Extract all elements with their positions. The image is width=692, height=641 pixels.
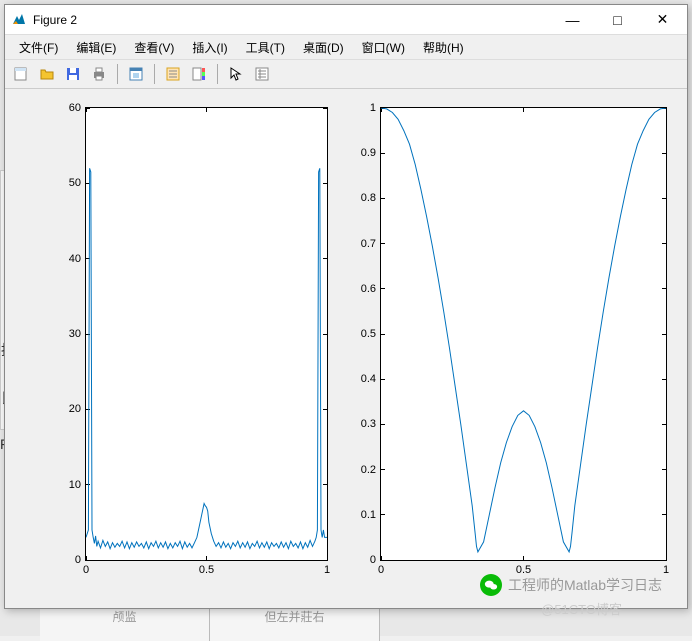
matlab-icon bbox=[11, 12, 27, 28]
toolbar-separator bbox=[154, 64, 155, 84]
ytick-label: 0.6 bbox=[361, 283, 381, 295]
open-button[interactable] bbox=[35, 62, 59, 86]
watermark-51cto: @51CTO博客 bbox=[541, 599, 622, 618]
ytick-label: 0.2 bbox=[361, 464, 381, 476]
properties-button[interactable] bbox=[250, 62, 274, 86]
ytick-label: 0.7 bbox=[361, 238, 381, 250]
ytick-label: 40 bbox=[69, 253, 86, 265]
toolbar bbox=[5, 59, 687, 89]
menu-file[interactable]: 文件(F) bbox=[11, 36, 66, 59]
plot-line bbox=[86, 108, 327, 560]
ytick-label: 0.8 bbox=[361, 192, 381, 204]
ytick-label: 1 bbox=[370, 102, 381, 114]
ytick-label: 0.9 bbox=[361, 147, 381, 159]
ytick-label: 0.3 bbox=[361, 418, 381, 430]
xtick-label: 0.5 bbox=[199, 560, 214, 576]
toolbar-separator bbox=[217, 64, 218, 84]
ytick-label: 0.1 bbox=[361, 509, 381, 521]
ytick-label: 60 bbox=[69, 102, 86, 114]
print-button[interactable] bbox=[87, 62, 111, 86]
menu-view[interactable]: 查看(V) bbox=[126, 36, 182, 59]
xtick-label: 1 bbox=[324, 560, 330, 576]
ytick-label: 20 bbox=[69, 403, 86, 415]
colorbar-button[interactable] bbox=[187, 62, 211, 86]
menu-window[interactable]: 窗口(W) bbox=[354, 36, 413, 59]
figure-area: 010203040506000.51 00.10.20.30.40.50.60.… bbox=[5, 89, 687, 608]
new-figure-button[interactable] bbox=[9, 62, 33, 86]
xtick-label: 1 bbox=[663, 560, 669, 576]
menu-help[interactable]: 帮助(H) bbox=[415, 36, 472, 59]
menu-tools[interactable]: 工具(T) bbox=[238, 36, 293, 59]
xtick-label: 0 bbox=[83, 560, 89, 576]
ytick-label: 30 bbox=[69, 328, 86, 340]
figure-window: Figure 2 — □ ✕ 文件(F) 编辑(E) 查看(V) 插入(I) 工… bbox=[4, 4, 688, 609]
minimize-button[interactable]: — bbox=[550, 5, 595, 34]
axes-right[interactable]: 00.10.20.30.40.50.60.70.80.9100.51 bbox=[380, 107, 667, 561]
menubar: 文件(F) 编辑(E) 查看(V) 插入(I) 工具(T) 桌面(D) 窗口(W… bbox=[5, 35, 687, 59]
link-button[interactable] bbox=[161, 62, 185, 86]
menu-edit[interactable]: 编辑(E) bbox=[68, 36, 124, 59]
menu-insert[interactable]: 插入(I) bbox=[184, 36, 235, 59]
edit-plot-button[interactable] bbox=[124, 62, 148, 86]
ytick-label: 0.4 bbox=[361, 373, 381, 385]
menu-desktop[interactable]: 桌面(D) bbox=[295, 36, 352, 59]
wechat-icon bbox=[480, 574, 502, 596]
axes-left[interactable]: 010203040506000.51 bbox=[85, 107, 328, 561]
toolbar-separator bbox=[117, 64, 118, 84]
watermark-text: 工程师的Matlab学习日志 bbox=[508, 575, 662, 595]
window-title: Figure 2 bbox=[33, 13, 550, 27]
titlebar[interactable]: Figure 2 — □ ✕ bbox=[5, 5, 687, 35]
close-button[interactable]: ✕ bbox=[640, 5, 685, 34]
pointer-button[interactable] bbox=[224, 62, 248, 86]
save-button[interactable] bbox=[61, 62, 85, 86]
xtick-label: 0 bbox=[378, 560, 384, 576]
ytick-label: 50 bbox=[69, 177, 86, 189]
ytick-label: 10 bbox=[69, 479, 86, 491]
watermark-wechat: 工程师的Matlab学习日志 bbox=[480, 574, 662, 596]
ytick-label: 0.5 bbox=[361, 328, 381, 340]
maximize-button[interactable]: □ bbox=[595, 5, 640, 34]
plot-line bbox=[381, 108, 666, 560]
